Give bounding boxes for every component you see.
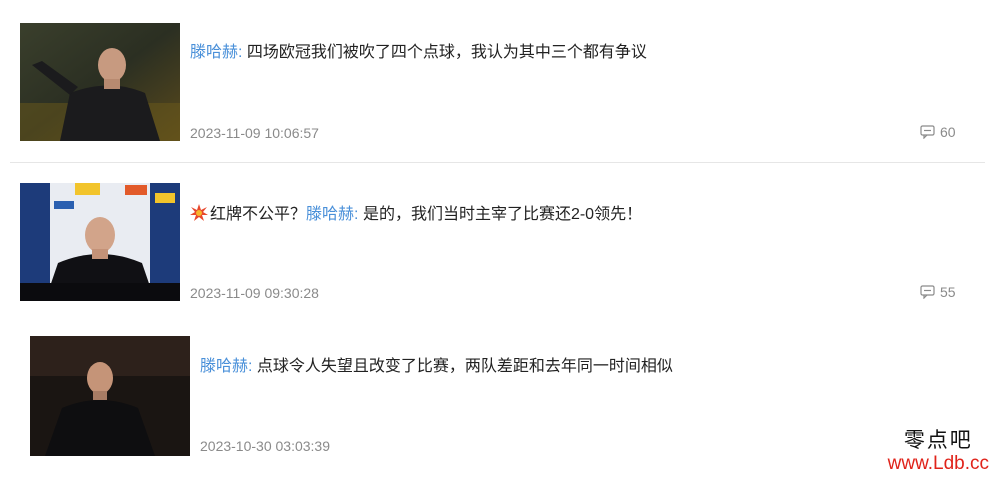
- speaker-name[interactable]: 滕哈赫: [306, 206, 354, 223]
- publish-time: 2023-11-09 10:06:57: [190, 125, 319, 141]
- comment-count-value: 60: [940, 124, 956, 140]
- news-item[interactable]: 滕哈赫: 点球令人失望且改变了比赛，两队差距和去年同一时间相似 2023-10-…: [0, 323, 999, 480]
- news-thumbnail[interactable]: [20, 23, 180, 141]
- speaker-separator: :: [238, 44, 243, 61]
- headline-text: 点球令人失望且改变了比赛，两队差距和去年同一时间相似: [256, 358, 673, 375]
- watermark-url: www.Ldb.cc: [887, 453, 989, 474]
- news-title[interactable]: 红牌不公平？滕哈赫: 是的，我们当时主宰了比赛还2-0领先！: [190, 204, 642, 225]
- publish-time: 2023-11-09 09:30:28: [190, 285, 319, 301]
- comment-count[interactable]: 60: [920, 124, 956, 140]
- publish-time: 2023-10-30 03:03:39: [200, 438, 330, 454]
- speaker-separator: :: [248, 358, 253, 375]
- site-watermark: 零点吧 www.Ldb.cc: [888, 428, 989, 476]
- press-conference-photo-image: [20, 183, 180, 301]
- comment-bubble-icon: [920, 285, 935, 299]
- comment-count-value: 55: [940, 284, 956, 300]
- collision-icon: [190, 204, 208, 221]
- headline-text: 是的，我们当时主宰了比赛还2-0领先！: [362, 206, 643, 223]
- news-thumbnail[interactable]: [20, 183, 180, 301]
- news-item[interactable]: 红牌不公平？滕哈赫: 是的，我们当时主宰了比赛还2-0领先！ 2023-11-0…: [0, 163, 999, 323]
- coach-photo-image: [30, 336, 190, 456]
- coach-photo-image: [20, 23, 180, 141]
- headline-prefix: 红牌不公平？: [210, 206, 307, 223]
- headline-text: 四场欧冠我们被吹了四个点球，我认为其中三个都有争议: [246, 44, 647, 61]
- news-thumbnail[interactable]: [30, 336, 190, 456]
- news-title[interactable]: 滕哈赫: 点球令人失望且改变了比赛，两队差距和去年同一时间相似: [200, 357, 673, 377]
- watermark-site-name: 零点吧: [903, 428, 973, 452]
- speaker-name[interactable]: 滕哈赫: [190, 44, 238, 61]
- news-item[interactable]: 滕哈赫: 四场欧冠我们被吹了四个点球，我认为其中三个都有争议 2023-11-0…: [0, 0, 999, 160]
- comment-count[interactable]: 55: [920, 284, 956, 300]
- speaker-separator: :: [354, 206, 359, 223]
- speaker-name[interactable]: 滕哈赫: [200, 358, 248, 375]
- comment-bubble-icon: [920, 125, 935, 139]
- news-title[interactable]: 滕哈赫: 四场欧冠我们被吹了四个点球，我认为其中三个都有争议: [190, 43, 647, 63]
